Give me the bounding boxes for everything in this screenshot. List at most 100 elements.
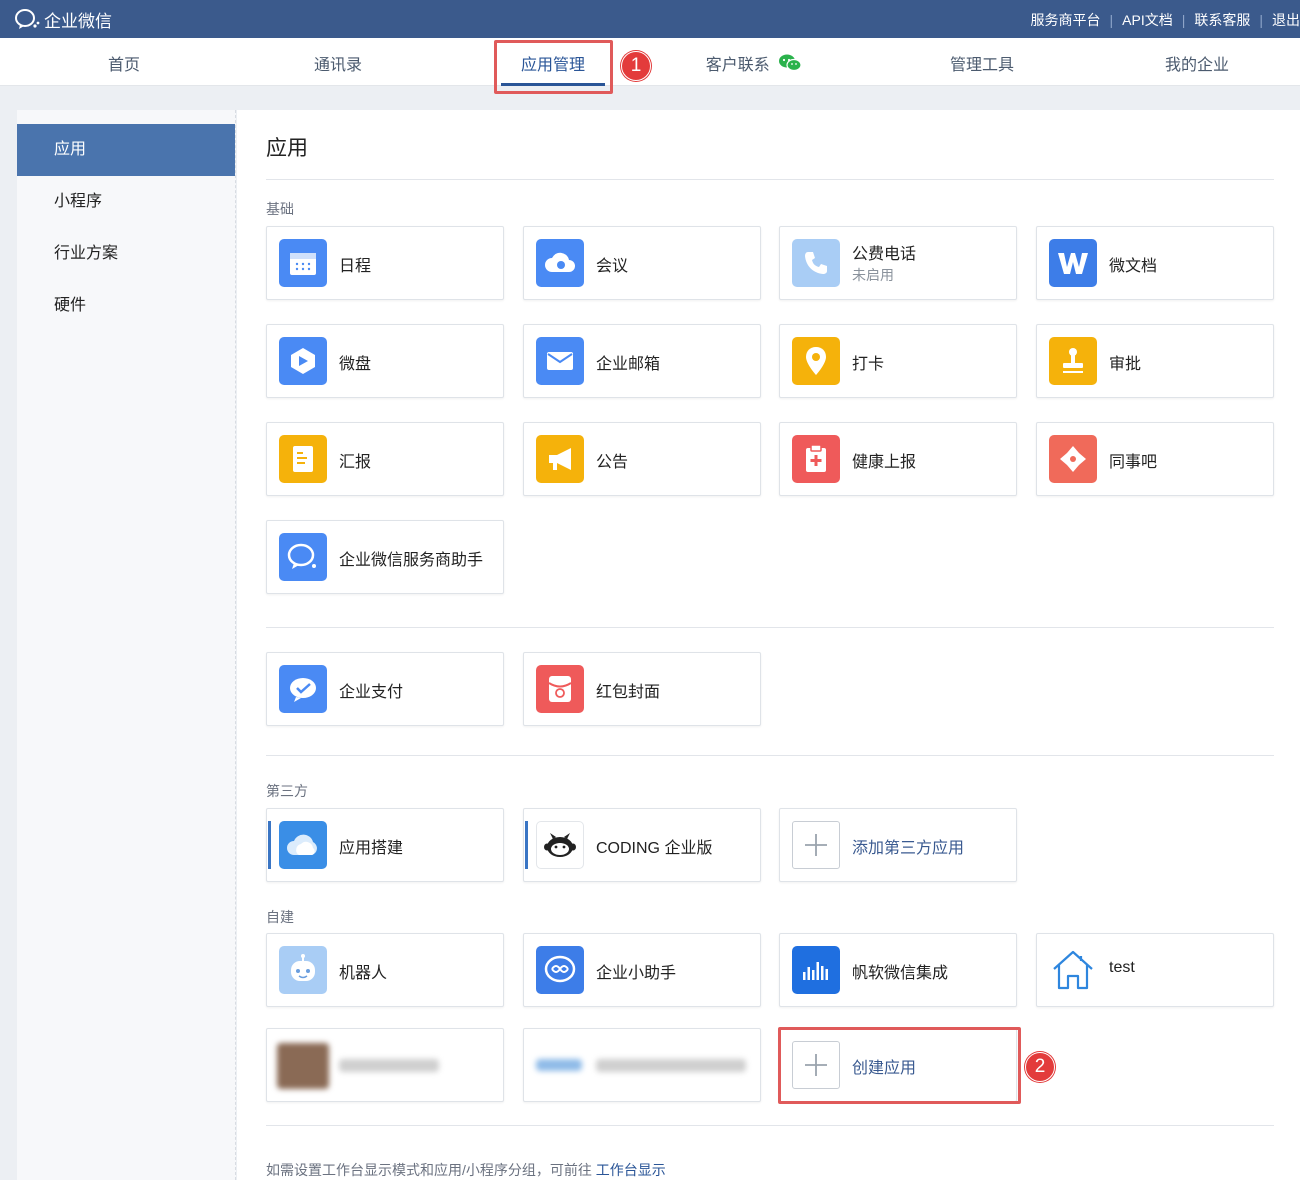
divider [266,627,1274,628]
app-name: 同事吧 [1109,454,1158,471]
api-docs-link[interactable]: API文档 [1122,10,1173,30]
divider [266,1125,1274,1126]
app-card-fanruan[interactable]: 帆软微信集成 [779,933,1017,1007]
nav-home[interactable]: 首页 [54,51,194,75]
callout-badge-2: 2 [1025,1052,1055,1082]
app-card-payment[interactable]: 企业支付 [266,652,504,726]
app-card-robot[interactable]: 机器人 [266,933,504,1007]
app-status: 未启用 [852,267,894,283]
app-name: 机器人 [339,965,388,982]
nav-my-company[interactable]: 我的企业 [1127,51,1267,75]
app-card-meeting[interactable]: 会议 [523,226,761,300]
app-card-checkin[interactable]: 打卡 [779,324,1017,398]
sidebar-item-industry-solutions[interactable]: 行业方案 [17,228,235,280]
callout-badge-1: 1 [621,51,651,81]
app-name: 帆软微信集成 [852,965,949,982]
main-content: 应用 基础 日程 会议 公费电话 未启用 微文档 微盘 企业邮箱 打卡 审批 汇… [237,110,1300,1180]
blurred-app-name [339,1059,439,1072]
app-name: 企业支付 [339,684,404,701]
app-card-drive[interactable]: 微盘 [266,324,504,398]
app-card-coding[interactable]: CODING 企业版 [523,808,761,882]
app-name: 公告 [596,454,629,471]
app-name: 红包封面 [596,684,661,701]
add-third-party-app-label: 添加第三方应用 [852,840,965,857]
blurred-app-name [596,1059,746,1072]
nav-contacts[interactable]: 通讯录 [268,51,408,75]
blurred-app-icon [277,1043,329,1089]
app-name: 微盘 [339,356,372,373]
app-name: 应用搭建 [339,840,404,857]
app-name: test [1109,959,1135,976]
sidebar-item-apps[interactable]: 应用 [17,124,235,176]
cloud-icon [279,821,327,869]
health-clipboard-icon [792,435,840,483]
megaphone-icon [536,435,584,483]
service-platform-link[interactable]: 服务商平台 [1031,10,1101,30]
blurred-app-icon [536,1059,582,1071]
divider: | [1181,12,1186,28]
colleague-icon [1049,435,1097,483]
contact-support-link[interactable]: 联系客服 [1194,10,1250,30]
logout-link[interactable]: 退出 [1272,10,1300,30]
app-card-blurred-2[interactable] [523,1028,761,1102]
coding-monkey-icon [536,821,584,869]
app-card-mail[interactable]: 企业邮箱 [523,324,761,398]
app-card-assistant[interactable]: 企业小助手 [523,933,761,1007]
page-title: 应用 [266,137,308,160]
app-name: 日程 [339,258,372,275]
house-icon [1049,946,1097,994]
app-card-app-builder[interactable]: 应用搭建 [266,808,504,882]
assistant-icon [536,946,584,994]
mail-icon [536,337,584,385]
app-name: 微文档 [1109,258,1158,275]
drive-icon [279,337,327,385]
add-third-party-app-card[interactable]: 添加第三方应用 [779,808,1017,882]
app-card-announcement[interactable]: 公告 [523,422,761,496]
app-name: 企业小助手 [596,965,677,982]
payment-icon [279,665,327,713]
doc-w-icon [1049,239,1097,287]
chart-bars-icon [792,946,840,994]
app-name: 审批 [1109,356,1142,373]
app-name: 企业微信服务商助手 [339,552,484,569]
top-bar: 企业微信 服务商平台 | API文档 | 联系客服 | 退出 [0,0,1300,38]
app-card-health-report[interactable]: 健康上报 [779,422,1017,496]
app-name: 公费电话 [852,246,917,263]
app-card-report[interactable]: 汇报 [266,422,504,496]
section-basic-label: 基础 [266,201,294,217]
plus-icon [792,821,840,869]
divider [266,179,1274,180]
section-custom-label: 自建 [266,909,294,925]
divider [266,755,1274,756]
nav-admin-tools[interactable]: 管理工具 [912,51,1052,75]
app-card-phone[interactable]: 公费电话 未启用 [779,226,1017,300]
red-envelope-icon [536,665,584,713]
sidebar-item-mini-programs[interactable]: 小程序 [17,176,235,228]
app-card-approval[interactable]: 审批 [1036,324,1274,398]
app-card-blurred-1[interactable] [266,1028,504,1102]
workbench-display-link[interactable]: 工作台显示 [596,1162,666,1178]
divider: | [1109,12,1114,28]
robot-icon [279,946,327,994]
app-logo[interactable]: 企业微信 [14,7,112,31]
app-name: 企业邮箱 [596,356,661,373]
app-card-wedoc[interactable]: 微文档 [1036,226,1274,300]
selection-marker [268,821,271,869]
app-card-provider-assistant[interactable]: 企业微信服务商助手 [266,520,504,594]
highlight-box-1 [494,40,613,94]
app-card-test[interactable]: test [1036,933,1274,1007]
stamp-icon [1049,337,1097,385]
app-name: 企业微信 [44,11,112,31]
selection-marker [525,821,528,869]
nav-customer-contact[interactable]: 客户联系 [684,51,824,75]
app-card-red-envelope[interactable]: 红包封面 [523,652,761,726]
sidebar-item-hardware[interactable]: 硬件 [17,280,235,332]
app-name: 汇报 [339,454,372,471]
wechat-icon [779,54,802,72]
app-name: 打卡 [852,356,885,373]
app-card-calendar[interactable]: 日程 [266,226,504,300]
footer-note: 如需设置工作台显示模式和应用/小程序分组，可前往 工作台显示 [266,1160,666,1180]
app-name: CODING 企业版 [596,840,713,857]
app-card-colleague[interactable]: 同事吧 [1036,422,1274,496]
chat-bubble-icon [279,533,327,581]
